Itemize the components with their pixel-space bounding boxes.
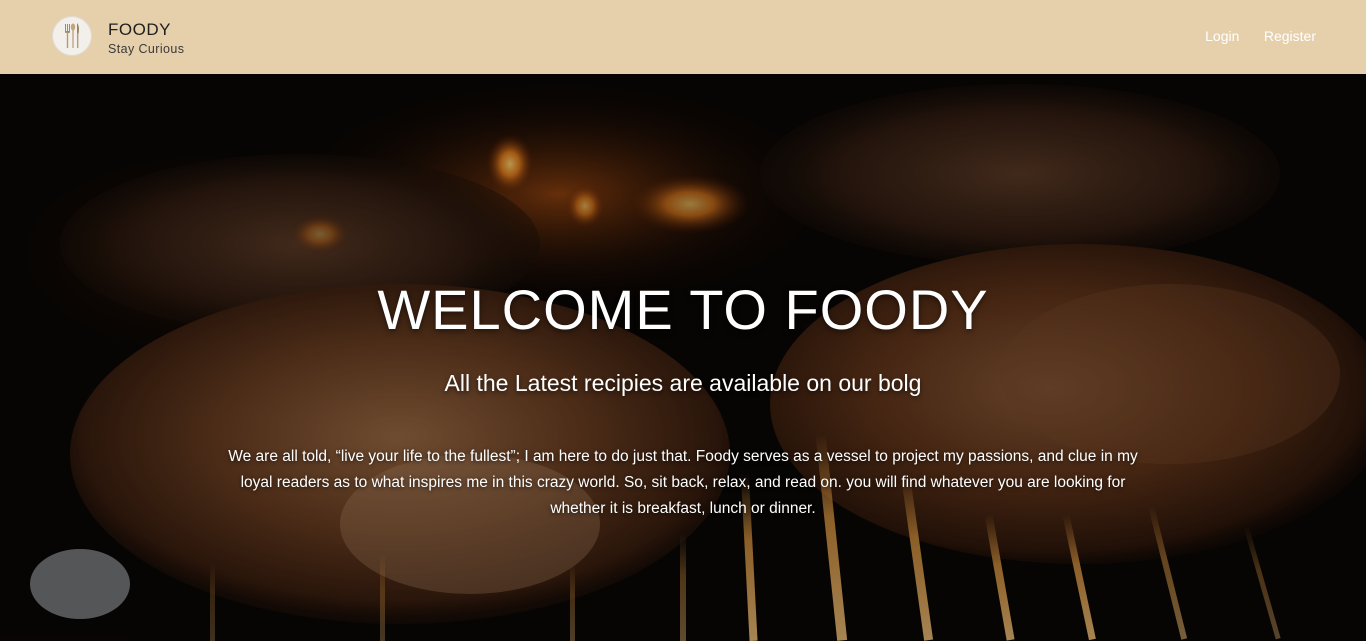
brand-name[interactable]: FOODY bbox=[108, 20, 184, 40]
top-nav: Login Register bbox=[1185, 28, 1316, 46]
brand: FOODY Stay Curious bbox=[108, 20, 184, 57]
hero-content: WELCOME TO FOODY All the Latest recipies… bbox=[0, 74, 1366, 641]
hero-subtitle: All the Latest recipies are available on… bbox=[444, 370, 922, 396]
hero-description: We are all told, “live your life to the … bbox=[228, 448, 1138, 517]
register-link[interactable]: Register bbox=[1264, 28, 1316, 44]
site-header: FOODY Stay Curious Login Register bbox=[0, 0, 1366, 74]
brand-tagline: Stay Curious bbox=[108, 42, 185, 56]
login-link[interactable]: Login bbox=[1205, 28, 1239, 44]
hero-section: WELCOME TO FOODY All the Latest recipies… bbox=[0, 74, 1366, 641]
cutlery-icon bbox=[65, 23, 79, 48]
hero-title: WELCOME TO FOODY bbox=[377, 278, 989, 341]
page: FOODY Stay Curious Login Register WELCOM… bbox=[0, 0, 1366, 641]
logo[interactable] bbox=[52, 16, 92, 56]
